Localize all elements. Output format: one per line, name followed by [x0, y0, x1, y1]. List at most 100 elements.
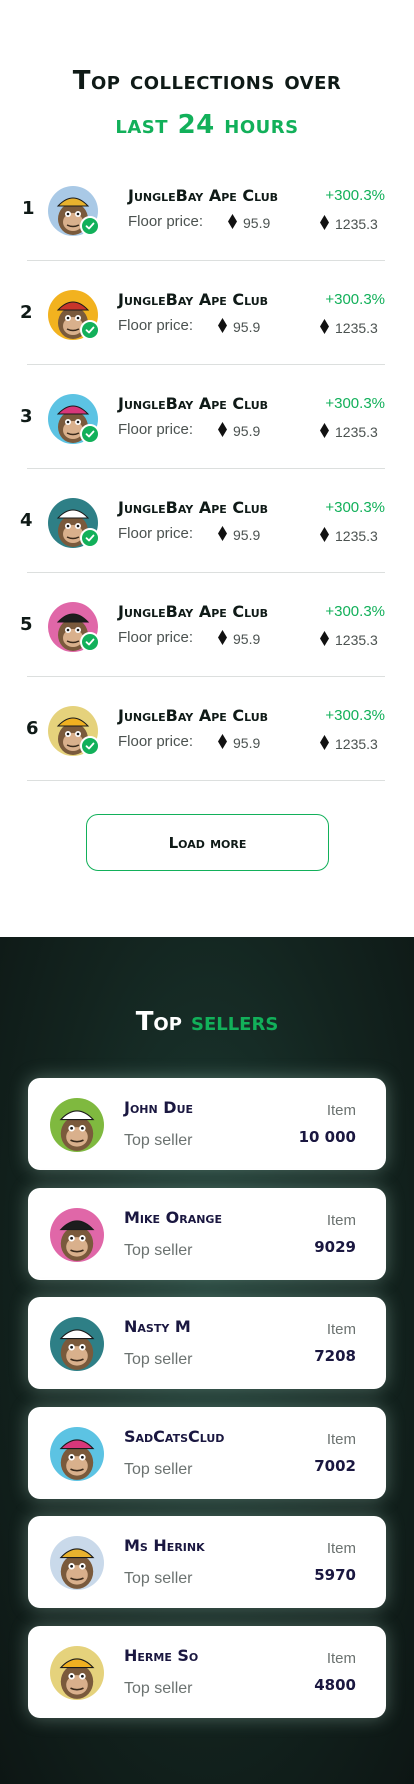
seller-avatar [50, 1426, 104, 1481]
item-label: Item [326, 1211, 356, 1229]
eth-diamond-icon [320, 215, 335, 233]
item-label: Item [326, 1649, 356, 1667]
volume-value: 1235.3 [335, 320, 378, 336]
item-label: Item [326, 1321, 356, 1338]
top-collections-section: Top collections over last 24 hours 1 Jung… [0, 0, 414, 937]
percent-change: +300.3% [325, 499, 385, 516]
floor-price-value: 95.9 [233, 735, 261, 751]
eth-diamond-icon [320, 527, 335, 545]
collection-name[interactable]: JungleBay Ape Club [118, 394, 268, 413]
collection-row[interactable]: 3 JungleBay Ape Club Floor price: 95.9 1235.… [0, 364, 414, 469]
check-badge-icon [80, 320, 100, 340]
percent-change: +300.3% [325, 395, 385, 412]
collection-name[interactable]: JungleBay Ape Club [118, 706, 268, 725]
collection-volume: 1235.3 [320, 735, 378, 753]
collection-name[interactable]: JungleBay Ape Club [118, 602, 268, 621]
collection-row[interactable]: 4 JungleBay Ape Club Floor price: 95.9 1235.… [0, 468, 414, 573]
rank-number: 2 [20, 302, 33, 323]
rank-number: 6 [26, 718, 39, 739]
collection-name[interactable]: JungleBay Ape Club [128, 186, 278, 205]
seller-card[interactable]: Mike Orange Top seller Item 9029 [28, 1187, 386, 1280]
volume-value: 1235.3 [335, 424, 378, 440]
collections-subtitle: last 24 hours [115, 110, 299, 140]
floor-price-label: Floor price: [118, 629, 194, 646]
collection-name[interactable]: JungleBay Ape Club [118, 290, 268, 309]
eth-diamond-icon [320, 735, 335, 753]
check-badge-icon [80, 632, 100, 652]
eth-diamond-icon [320, 631, 335, 649]
rank-number: 3 [20, 406, 33, 427]
collection-volume: 1235.3 [320, 631, 378, 649]
floor-price: 95.9 [218, 318, 260, 336]
collection-row[interactable]: 1 JungleBay Ape Club Floor price: 95.9 1235.… [0, 156, 414, 261]
rank-number: 5 [20, 614, 33, 635]
floor-price-value: 95.9 [233, 631, 261, 647]
seller-name[interactable]: Nasty M [124, 1317, 191, 1336]
volume-value: 1235.3 [335, 632, 378, 648]
eth-diamond-icon [218, 318, 233, 336]
floor-price-value: 95.9 [233, 527, 261, 543]
top-sellers-section: Top sellers John Due Top seller Item 10 000… [0, 937, 414, 1784]
check-badge-icon [80, 424, 100, 444]
item-count: 9029 [314, 1237, 356, 1256]
collection-name[interactable]: JungleBay Ape Club [118, 498, 268, 517]
seller-subtitle: Top seller [124, 1241, 193, 1259]
item-count: 7208 [314, 1347, 356, 1365]
collection-row[interactable]: 6 JungleBay Ape Club Floor price: 95.9 1235.… [0, 676, 414, 781]
eth-diamond-icon [320, 423, 335, 441]
seller-card[interactable]: SadCatsClud Top seller Item 7002 [28, 1406, 386, 1499]
floor-price: 95.9 [218, 734, 260, 752]
collection-row[interactable]: 2 JungleBay Ape Club Floor price: 95.9 1235.… [0, 260, 414, 365]
seller-card[interactable]: Ms Herink Top seller Item 5970 [28, 1516, 386, 1608]
seller-subtitle: Top seller [124, 1132, 193, 1149]
load-more-button[interactable]: Load more [86, 814, 329, 871]
seller-name[interactable]: SadCatsClud [124, 1427, 224, 1446]
item-count: 4800 [314, 1675, 356, 1694]
floor-price-value: 95.9 [233, 423, 261, 439]
floor-price-label: Floor price: [118, 317, 194, 334]
volume-value: 1235.3 [335, 528, 378, 544]
item-count: 10 000 [298, 1128, 356, 1146]
sellers-title-part2: sellers [190, 1007, 279, 1037]
eth-diamond-icon [218, 630, 233, 648]
seller-avatar [50, 1536, 104, 1590]
seller-card[interactable]: John Due Top seller Item 10 000 [28, 1078, 386, 1170]
seller-avatar [50, 1645, 104, 1700]
check-badge-icon [80, 216, 100, 236]
floor-price: 95.9 [228, 214, 270, 232]
floor-price-label: Floor price: [118, 421, 194, 438]
seller-subtitle: Top seller [124, 1679, 193, 1697]
floor-price-value: 95.9 [233, 319, 261, 335]
collection-volume: 1235.3 [320, 423, 378, 441]
floor-price-label: Floor price: [118, 525, 194, 542]
seller-name[interactable]: Mike Orange [124, 1208, 222, 1227]
seller-name[interactable]: Herme So [124, 1646, 198, 1665]
row-divider [27, 780, 385, 781]
floor-price: 95.9 [218, 526, 260, 544]
seller-card[interactable]: Nasty M Top seller Item 7208 [28, 1297, 386, 1389]
item-count: 5970 [314, 1566, 356, 1584]
percent-change: +300.3% [325, 603, 385, 620]
collections-title: Top collections over [72, 66, 342, 96]
item-count: 7002 [314, 1456, 356, 1475]
floor-price-label: Floor price: [128, 213, 204, 230]
collection-row[interactable]: 5 JungleBay Ape Club Floor price: 95.9 1235.… [0, 572, 414, 677]
collection-volume: 1235.3 [320, 527, 378, 545]
item-label: Item [326, 1430, 356, 1448]
volume-value: 1235.3 [335, 216, 378, 232]
eth-diamond-icon [320, 319, 335, 337]
seller-card[interactable]: Herme So Top seller Item 4800 [28, 1625, 386, 1718]
eth-diamond-icon [218, 422, 233, 440]
collection-volume: 1235.3 [320, 319, 378, 337]
seller-avatar [50, 1317, 104, 1371]
percent-change: +300.3% [325, 187, 385, 204]
check-badge-icon [80, 528, 100, 548]
check-badge-icon [80, 736, 100, 756]
eth-diamond-icon [218, 734, 233, 752]
seller-name[interactable]: Ms Herink [124, 1536, 205, 1555]
seller-name[interactable]: John Due [124, 1098, 193, 1117]
percent-change: +300.3% [325, 291, 385, 308]
seller-avatar [50, 1207, 104, 1262]
floor-price-label: Floor price: [118, 733, 194, 750]
seller-subtitle: Top seller [124, 1351, 193, 1368]
